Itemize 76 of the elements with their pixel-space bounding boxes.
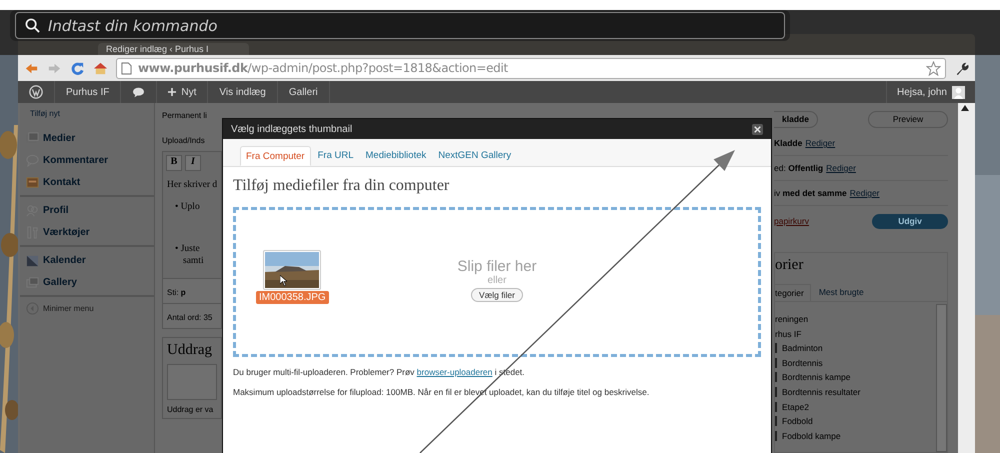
scrollbar[interactable] bbox=[958, 103, 975, 453]
excerpt-hint: Uddrag er va bbox=[167, 405, 214, 414]
menu-item[interactable]: Profil bbox=[20, 199, 154, 221]
format-button[interactable]: B bbox=[166, 155, 182, 171]
drop-zone[interactable]: IM000358.JPG Slip filer her eller Vælg filer bbox=[233, 207, 761, 357]
publish-setting: iv med det samme bbox=[774, 188, 847, 198]
drop-hint: Slip filer her bbox=[457, 258, 537, 275]
menu-item[interactable]: Kalender bbox=[20, 249, 154, 271]
avatar-icon[interactable] bbox=[952, 86, 965, 98]
publish-setting: ed: Offentlig bbox=[774, 163, 824, 173]
excerpt-field[interactable] bbox=[167, 364, 217, 400]
scrollbar[interactable] bbox=[936, 304, 947, 452]
address-field[interactable]: www.purhusif.dk/wp-admin/post.php?post=1818&action=edit bbox=[116, 58, 946, 78]
browser-uploader-link[interactable]: browser-uploaderen bbox=[416, 367, 492, 377]
wordpress-logo-icon[interactable] bbox=[29, 85, 43, 99]
comment-icon[interactable] bbox=[132, 86, 146, 98]
file-name-label: IM000358.JPG bbox=[256, 291, 329, 304]
dialog-title: Vælg indlæggets thumbnail bbox=[231, 124, 352, 134]
edit-link[interactable]: Rediger bbox=[826, 163, 856, 173]
browser-tab[interactable]: Rediger indlæg ‹ Purhus I bbox=[98, 43, 249, 55]
menu-item[interactable]: Værktøjer bbox=[20, 221, 154, 243]
format-button[interactable]: I bbox=[185, 155, 201, 171]
url-text: www.purhusif.dk/wp-admin/post.php?post=1818&action=edit bbox=[138, 61, 509, 75]
add-new-link[interactable]: Tilføj nyt bbox=[20, 109, 154, 125]
admin-bar-link[interactable]: Purhus IF bbox=[66, 86, 110, 98]
publish-setting: Kladde bbox=[774, 138, 802, 148]
calendar-icon bbox=[26, 254, 39, 266]
edit-link[interactable]: Rediger bbox=[850, 188, 880, 198]
category-item[interactable]: reningen bbox=[775, 314, 936, 324]
reload-icon[interactable] bbox=[70, 60, 85, 76]
page-icon bbox=[121, 62, 132, 74]
path-text: Sti: p bbox=[167, 288, 186, 297]
save-draft-button[interactable]: kladde bbox=[774, 111, 818, 128]
greeting-link[interactable]: Hejsa, john bbox=[896, 86, 947, 98]
menu-item[interactable]: Gallery bbox=[20, 271, 154, 293]
dialog-tab[interactable]: Fra URL bbox=[312, 146, 359, 166]
permalink-label: Permanent li bbox=[162, 111, 208, 120]
dialog-tab[interactable]: Fra Computer bbox=[240, 146, 311, 166]
dialog-tab[interactable]: NextGEN Gallery bbox=[433, 146, 516, 166]
preview-button[interactable]: Preview bbox=[868, 111, 948, 128]
wrench-icon[interactable] bbox=[954, 60, 969, 76]
contact-icon bbox=[26, 176, 39, 188]
scroll-up-icon[interactable] bbox=[961, 105, 969, 111]
publish-button[interactable]: Udgiv bbox=[872, 214, 948, 228]
trash-link[interactable]: papirkurv bbox=[774, 216, 809, 226]
edit-link[interactable]: Rediger bbox=[805, 138, 836, 148]
command-field[interactable]: Indtast din kommando bbox=[15, 12, 785, 39]
panel-title: orier bbox=[775, 256, 804, 275]
home-icon[interactable] bbox=[93, 60, 108, 76]
dialog-tab[interactable]: Mediebibliotek bbox=[360, 146, 432, 166]
admin-bar-link[interactable]: Galleri bbox=[288, 86, 318, 98]
list-item: samti bbox=[182, 256, 205, 266]
category-tab[interactable]: tegorier bbox=[775, 284, 811, 301]
list-item: • Juste bbox=[174, 244, 201, 254]
plus-icon bbox=[168, 88, 176, 96]
menu-item[interactable]: Kontakt bbox=[20, 171, 154, 193]
category-tab[interactable]: Mest brugte bbox=[818, 284, 870, 301]
dialog-heading: Tilføj mediefiler fra din computer bbox=[233, 177, 450, 195]
menu-item[interactable]: Kommentarer bbox=[20, 149, 154, 171]
new-menu[interactable]: Nyt bbox=[181, 86, 196, 98]
gallery-icon bbox=[26, 276, 39, 288]
category-item[interactable]: rhus IF bbox=[775, 328, 936, 339]
admin-bar-link[interactable]: Vis indlæg bbox=[219, 86, 266, 98]
select-files-button[interactable]: Vælg filer bbox=[471, 288, 523, 302]
word-count: Antal ord: 35 bbox=[167, 313, 212, 322]
search-icon bbox=[25, 18, 40, 33]
cursor-icon bbox=[280, 275, 288, 286]
menu-item[interactable]: Medier bbox=[20, 127, 154, 149]
collapse-menu-link[interactable]: Minimer menu bbox=[43, 304, 94, 313]
panel-title: Uddrag bbox=[167, 342, 213, 359]
close-icon[interactable] bbox=[752, 124, 763, 134]
list-item: • Uplo bbox=[174, 202, 201, 212]
or-text: eller bbox=[488, 275, 506, 286]
editor-text: Her skriver d bbox=[167, 180, 217, 190]
upload-label: Upload/Inds bbox=[162, 136, 206, 145]
star-icon[interactable] bbox=[926, 60, 941, 76]
